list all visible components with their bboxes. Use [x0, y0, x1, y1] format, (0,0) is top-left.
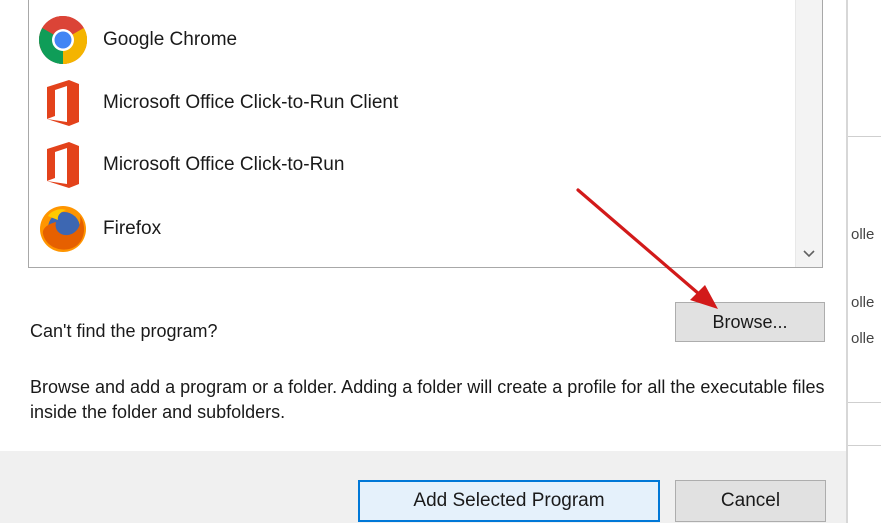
divider: [848, 136, 881, 137]
divider: [848, 445, 881, 446]
office-icon: [37, 139, 89, 191]
office-icon: [37, 77, 89, 129]
browse-button[interactable]: Browse...: [675, 302, 825, 342]
truncated-text: olle: [851, 294, 875, 311]
program-label: Microsoft Office Click-to-Run Client: [103, 92, 399, 113]
truncated-text: olle: [851, 330, 875, 347]
program-label: Microsoft Office Click-to-Run: [103, 154, 345, 175]
list-item-firefox[interactable]: Firefox: [37, 203, 161, 255]
add-program-dialog: Google Chrome Microsoft Office Click-to-…: [0, 0, 846, 523]
background-window: olle olle olle: [846, 0, 881, 523]
program-label: Firefox: [103, 218, 162, 239]
browse-help-text: Browse and add a program or a folder. Ad…: [30, 377, 825, 422]
list-item-chrome[interactable]: Google Chrome: [37, 14, 237, 66]
cant-find-label: Can't find the program?: [30, 321, 218, 341]
add-selected-program-button[interactable]: Add Selected Program: [358, 480, 660, 522]
list-item-office[interactable]: Microsoft Office Click-to-Run: [37, 139, 344, 191]
divider: [848, 402, 881, 403]
list-scrollbar[interactable]: [795, 0, 822, 267]
truncated-text: olle: [851, 226, 875, 243]
chevron-down-icon[interactable]: [802, 247, 816, 261]
firefox-icon: [37, 203, 89, 255]
chrome-icon: [37, 14, 89, 66]
list-item-office-client[interactable]: Microsoft Office Click-to-Run Client: [37, 77, 398, 129]
program-label: Google Chrome: [103, 29, 238, 50]
cancel-button[interactable]: Cancel: [675, 480, 826, 522]
program-list[interactable]: Google Chrome Microsoft Office Click-to-…: [28, 0, 823, 268]
